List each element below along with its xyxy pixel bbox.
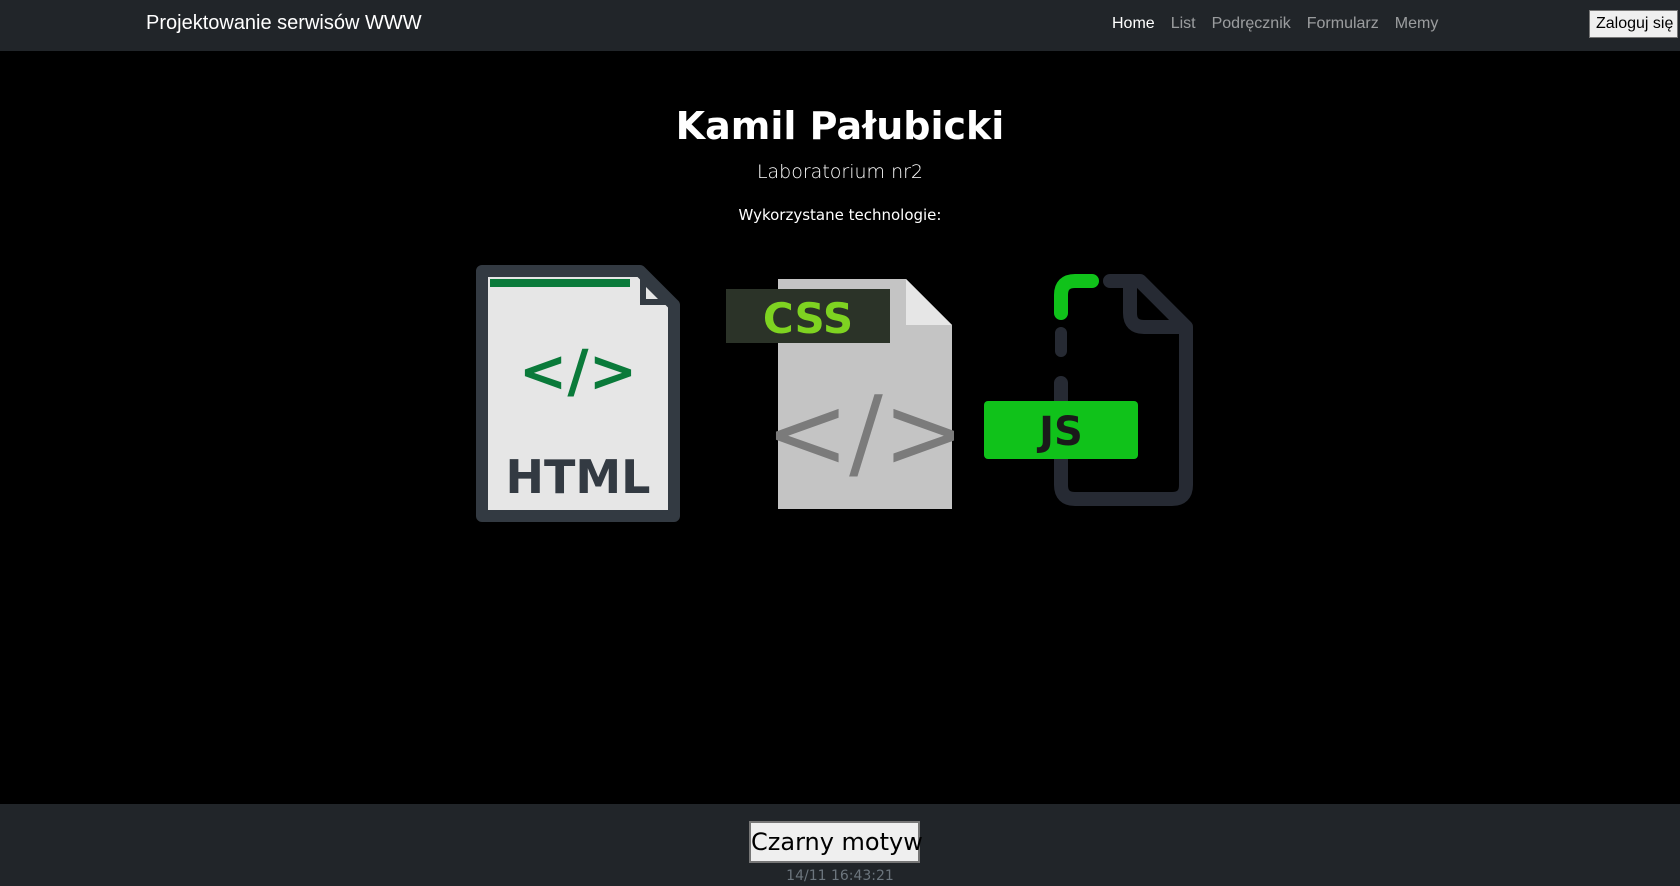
css-file-icon: CSS </>: [726, 279, 954, 509]
technologies-label: Wykorzystane technologie:: [738, 206, 942, 224]
js-logo-text: JS: [1036, 409, 1083, 455]
nav-link-formularz[interactable]: Formularz: [1307, 15, 1379, 33]
clock-text: 14/11 16:43:21: [786, 868, 894, 884]
nav-link-list[interactable]: List: [1171, 15, 1196, 33]
page-title: Kamil Pałubicki: [675, 104, 1005, 148]
nav-link-home[interactable]: Home: [1112, 15, 1155, 33]
footer: Czarny motyw 14/11 16:43:21: [0, 804, 1680, 886]
nav-links: Home List Podręcznik Formularz Memy: [1112, 15, 1438, 33]
css-logo-text: CSS: [763, 294, 853, 343]
html-code-text: </>: [519, 337, 637, 405]
js-file-icon: JS: [984, 274, 1193, 506]
css-code-text: </>: [765, 374, 954, 491]
html-file-icon: </> HTML: [476, 265, 680, 522]
page-subtitle: Laboratorium nr2: [756, 161, 924, 183]
main-content: Kamil Pałubicki Laboratorium nr2 Wykorzy…: [0, 51, 1680, 804]
navbar: Projektowanie serwisów WWW Home List Pod…: [0, 0, 1680, 51]
nav-link-podrecznik[interactable]: Podręcznik: [1212, 15, 1291, 33]
nav-link-memy[interactable]: Memy: [1395, 15, 1439, 33]
html-logo-text: HTML: [506, 450, 651, 504]
login-button[interactable]: Zaloguj się: [1589, 10, 1678, 38]
navbar-brand[interactable]: Projektowanie serwisów WWW: [146, 12, 422, 35]
theme-toggle-button[interactable]: Czarny motyw: [749, 821, 923, 863]
